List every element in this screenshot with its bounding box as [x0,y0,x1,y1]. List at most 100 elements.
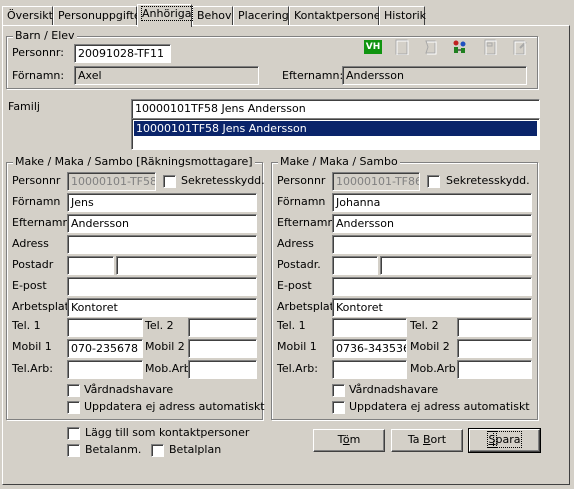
right-ort-field[interactable] [380,256,532,275]
child-fornamn-label: Förnamn: [12,69,65,82]
right-epost-label: E-post [277,279,312,292]
right-sekretess-label: Sekretesskydd. [446,174,530,187]
right-mobil1-label: Mobil 1 [277,340,317,353]
left-personnr-label: Personnr [12,174,61,187]
vh-icon[interactable]: VH [364,40,382,54]
left-mobil1-label: Mobil 1 [12,340,52,353]
left-parent-title: Make / Maka / Sambo [Räkningsmottagare] [13,155,255,169]
familj-list[interactable]: 10000101TF58 Jens Andersson [131,118,540,150]
edit-icon[interactable] [512,39,528,55]
child-personnr-field[interactable]: 20091028-TF11 [74,44,171,63]
left-vardnad-checkbox[interactable] [67,384,80,397]
spara-button[interactable]: Spara [468,428,541,453]
left-efternamn-field[interactable]: Andersson [67,214,257,233]
document-icon[interactable] [394,39,410,55]
child-fornamn-field: Axel [74,66,259,85]
child-efternamn-label: Efternamn: [282,69,344,82]
left-personnr-field: 10000101-TF58 [67,172,156,191]
left-sekretess-checkbox[interactable] [163,175,176,188]
right-uppdatera-checkbox[interactable] [332,401,345,414]
ta-bort-button[interactable]: Ta Bort [391,429,463,452]
right-mobarb-label: Mob.Arb: [410,362,460,375]
left-tel2-field[interactable] [188,318,257,337]
right-mobil2-label: Mobil 2 [410,340,450,353]
tab-oversikt[interactable]: Översikt [2,6,53,26]
right-vardnad-checkbox[interactable] [332,384,345,397]
left-epost-field[interactable] [67,277,257,296]
tab-anhoriga[interactable]: Anhöriga [137,4,193,27]
betalanm-checkbox[interactable] [67,444,80,457]
right-efternamn-field[interactable]: Andersson [332,214,532,233]
left-ort-field[interactable] [116,256,257,275]
right-efternamn-label: Efternamn [277,216,335,229]
right-tel2-label: Tel. 2 [410,319,439,332]
right-postnr-field[interactable] [332,256,378,275]
betalplan-label: Betalplan [169,443,222,456]
left-tel1-label: Tel. 1 [12,319,41,332]
left-postnr-field[interactable] [67,256,114,275]
left-mobil1-field[interactable]: 070-235678 [67,339,143,358]
right-telarb-field[interactable] [332,360,407,379]
right-arbetsplats-label: Arbetsplats [277,300,340,313]
kontakt-label: Lägg till som kontaktpersoner [85,426,250,439]
left-fornamn-field[interactable]: Jens [67,193,257,212]
left-arbetsplats-field[interactable]: Kontoret [67,298,257,317]
left-tel1-field[interactable] [67,318,143,337]
familj-combo[interactable]: 10000101TF58 Jens Andersson [131,99,540,119]
left-adress-field[interactable] [67,235,257,254]
tom-button[interactable]: Töm [313,429,385,452]
left-sekretess-label: Sekretesskydd. [181,174,265,187]
right-arbetsplats-field[interactable]: Kontoret [332,298,532,317]
familj-list-item[interactable]: 10000101TF58 Jens Andersson [134,121,537,136]
child-efternamn-field: Andersson [342,66,527,85]
right-parent-title: Make / Maka / Sambo [278,155,400,169]
child-personnr-label: Personnr: [12,46,64,59]
right-telarb-label: Tel.Arb: [277,362,318,375]
left-epost-label: E-post [12,279,47,292]
right-sekretess-checkbox[interactable] [427,175,440,188]
left-vardnad-label: Vårdnadshavare [84,383,174,396]
left-postadr-label: Postadr [12,258,54,271]
right-uppdatera-label: Uppdatera ej adress automatiskt [349,400,530,413]
right-fornamn-label: Förnamn [277,195,326,208]
left-adress-label: Adress [12,237,49,250]
sheet-icon[interactable] [423,39,439,55]
right-mobil2-field[interactable] [457,339,532,358]
right-personnr-field: 10000101-TF86 [332,172,420,191]
right-mobil1-field[interactable]: 0736-343536 [332,339,407,358]
form-icon[interactable] [482,39,498,55]
right-epost-field[interactable] [332,277,532,296]
left-fornamn-label: Förnamn [12,195,61,208]
right-adress-label: Adress [277,237,314,250]
tab-historik[interactable]: Historik [379,6,426,26]
right-tel2-field[interactable] [457,318,532,337]
right-vardnad-label: Vårdnadshavare [349,383,439,396]
left-uppdatera-label: Uppdatera ej adress automatiskt [84,400,265,413]
tab-personuppgifter[interactable]: Personuppgifter [53,6,145,26]
betalanm-label: Betalanm. [85,443,142,456]
right-postadr-label: Postadr. [277,258,321,271]
left-uppdatera-checkbox[interactable] [67,401,80,414]
left-mobil2-field[interactable] [188,339,257,358]
people-icon[interactable] [452,39,468,55]
left-arbetsplats-label: Arbetsplats [12,300,75,313]
left-mobil2-label: Mobil 2 [145,340,185,353]
right-tel1-field[interactable] [332,318,407,337]
right-mobarb-field[interactable] [457,360,532,379]
right-fornamn-field[interactable]: Johanna [332,193,532,212]
tab-placering[interactable]: Placering [233,6,289,26]
tab-kontaktpersoner[interactable]: Kontaktpersoner [289,6,385,26]
child-group-title: Barn / Elev [13,29,77,43]
betalplan-checkbox[interactable] [151,444,164,457]
right-personnr-label: Personnr [277,174,326,187]
familj-label: Familj [8,100,40,113]
right-adress-field[interactable] [332,235,532,254]
right-tel1-label: Tel. 1 [277,319,306,332]
kontakt-checkbox[interactable] [67,427,80,440]
tab-behov[interactable]: Behov [192,6,233,26]
left-efternamn-label: Efternamn [12,216,70,229]
left-mobarb-field[interactable] [188,360,257,379]
left-telarb-field[interactable] [67,360,143,379]
left-tel2-label: Tel. 2 [145,319,174,332]
spara-label: Spara [486,431,523,448]
